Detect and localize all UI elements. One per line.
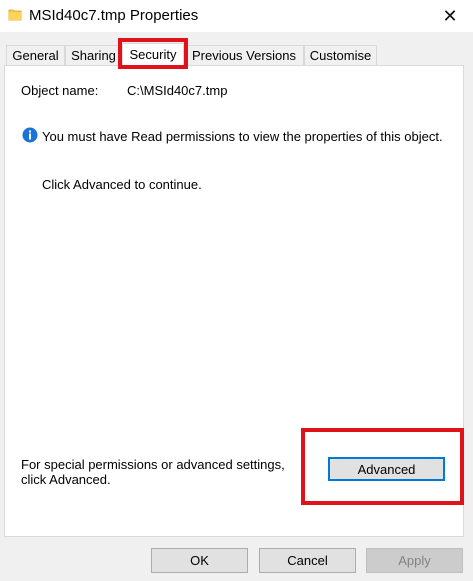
folder-icon bbox=[8, 9, 22, 21]
window-title: MSId40c7.tmp Properties bbox=[29, 7, 199, 24]
tab-sharing[interactable]: Sharing bbox=[65, 45, 122, 65]
apply-button[interactable]: Apply bbox=[366, 548, 463, 573]
special-permissions-message: For special permissions or advanced sett… bbox=[21, 457, 285, 487]
cancel-button[interactable]: Cancel bbox=[259, 548, 356, 573]
security-panel: Object name: C:\MSId40c7.tmp You must ha… bbox=[4, 65, 464, 537]
object-name-label: Object name: bbox=[21, 83, 99, 98]
title-bar: MSId40c7.tmp Properties ✕ bbox=[0, 0, 473, 32]
tab-strip: General Sharing Security Previous Versio… bbox=[0, 43, 473, 66]
advanced-button-highlight bbox=[301, 428, 464, 505]
info-message: You must have Read permissions to view t… bbox=[42, 129, 443, 144]
tab-label: General bbox=[12, 48, 59, 63]
tab-label: Customise bbox=[309, 48, 372, 63]
continue-message: Click Advanced to continue. bbox=[42, 177, 202, 192]
close-icon: ✕ bbox=[442, 5, 458, 26]
ok-button[interactable]: OK bbox=[151, 548, 248, 573]
tab-label: Previous Versions bbox=[191, 48, 297, 63]
close-button[interactable]: ✕ bbox=[427, 0, 473, 32]
security-tab-highlight bbox=[118, 38, 188, 69]
object-name-value: C:\MSId40c7.tmp bbox=[127, 83, 228, 98]
info-icon bbox=[22, 127, 38, 143]
tab-general[interactable]: General bbox=[6, 45, 65, 65]
tab-previous-versions[interactable]: Previous Versions bbox=[184, 45, 304, 65]
tab-label: Sharing bbox=[71, 48, 116, 63]
tab-customise[interactable]: Customise bbox=[304, 45, 377, 65]
